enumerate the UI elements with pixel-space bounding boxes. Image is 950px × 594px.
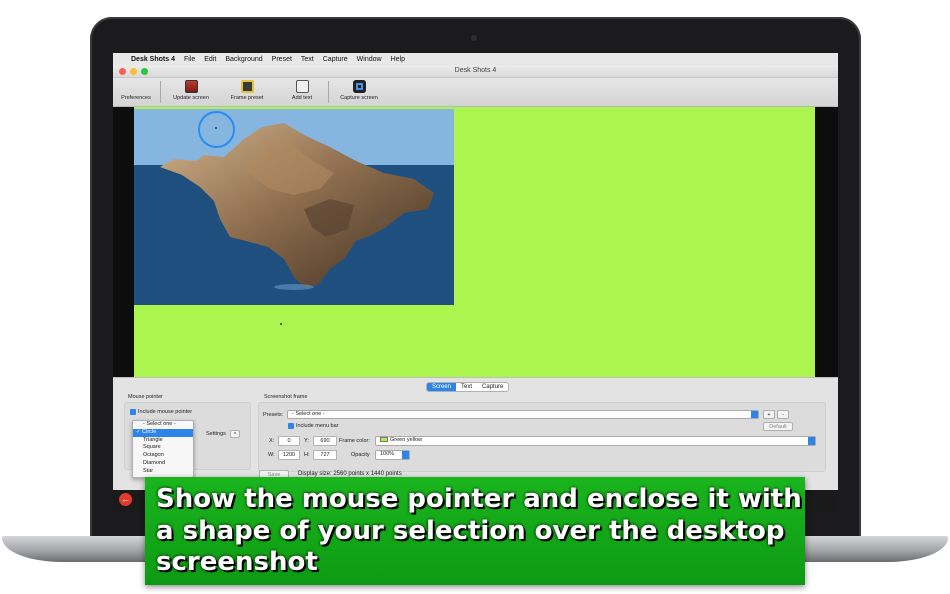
menu-item-triangle[interactable]: Triangle — [133, 437, 193, 445]
presets-select-value: - Select one - — [292, 411, 325, 417]
caption-banner: Show the mouse pointer and enclose it wi… — [145, 477, 805, 585]
canvas-edge — [815, 107, 838, 377]
toolbar-separator — [328, 81, 329, 103]
preferences-icon — [130, 80, 143, 93]
zoom-window-button[interactable] — [141, 68, 148, 75]
app-screen: Desk Shots 4 File Edit Background Preset… — [113, 53, 838, 513]
menu-window[interactable]: Window — [357, 56, 382, 63]
menu-text[interactable]: Text — [301, 56, 314, 63]
preview-canvas — [113, 107, 838, 377]
caption-text: Show the mouse pointer and enclose it wi… — [156, 484, 802, 577]
mouse-pointer-icon — [215, 127, 217, 129]
circle-pointer-highlight — [198, 111, 235, 148]
h-field[interactable]: 727 — [313, 450, 337, 460]
menu-item-circle-label: Circle — [142, 428, 157, 435]
w-label: W: — [268, 452, 275, 458]
frame-color-select[interactable]: Green yellow — [375, 436, 816, 446]
add-preset-button[interactable]: + — [763, 410, 775, 419]
update-screen-label: Update screen — [173, 95, 209, 101]
capture-screen-button[interactable]: Capture screen — [337, 78, 381, 107]
include-menu-bar-label: Include menu bar — [296, 423, 339, 429]
default-button[interactable]: Default — [763, 422, 793, 431]
add-text-icon — [295, 80, 309, 93]
y-field[interactable]: 690 — [313, 436, 337, 446]
chevron-down-icon — [808, 437, 815, 445]
menu-help[interactable]: Help — [391, 56, 405, 63]
chevron-down-icon — [751, 411, 758, 418]
menu-bar: Desk Shots 4 File Edit Background Preset… — [113, 53, 838, 65]
menu-item-octagon[interactable]: Octagon — [133, 452, 193, 460]
mouse-pointer-title: Mouse pointer — [128, 394, 163, 400]
island-illustration — [134, 109, 454, 305]
menu-file[interactable]: File — [184, 56, 195, 63]
x-field[interactable]: 0 — [278, 436, 300, 446]
w-field[interactable]: 1200 — [278, 450, 300, 460]
h-label: H: — [304, 452, 310, 458]
menu-background[interactable]: Background — [225, 56, 262, 63]
close-window-button[interactable] — [119, 68, 126, 75]
y-label: Y: — [304, 438, 309, 444]
presets-select[interactable]: - Select one - — [287, 410, 759, 419]
remove-preset-button[interactable]: - — [777, 410, 789, 419]
menu-capture[interactable]: Capture — [323, 56, 348, 63]
menu-item-select-one[interactable]: - Select one - — [133, 421, 193, 429]
x-label: X: — [269, 438, 275, 444]
tab-screen[interactable]: Screen — [427, 383, 457, 391]
frame-preset-button[interactable]: Frame preset — [227, 78, 267, 107]
menu-item-diamond[interactable]: Diamond — [133, 460, 193, 468]
camera-icon — [352, 80, 366, 93]
pointer-shape-menu: - Select one - ✓ Circle Triangle Square … — [132, 420, 194, 478]
toolbar-separator — [160, 81, 161, 103]
marketing-image: Desk Shots 4 File Edit Background Preset… — [0, 0, 950, 594]
frame-preset-label: Frame preset — [230, 95, 264, 101]
mouse-pointer-icon — [280, 323, 282, 325]
settings-stepper[interactable]: ^ — [230, 430, 240, 438]
include-mouse-pointer-checkbox[interactable] — [130, 409, 136, 415]
chevron-down-icon — [402, 451, 409, 459]
presets-label: Presets: — [263, 412, 284, 418]
window-title: Desk Shots 4 — [454, 67, 497, 74]
update-screen-icon — [184, 80, 198, 93]
tab-text[interactable]: Text — [456, 383, 477, 391]
tab-capture[interactable]: Capture — [477, 383, 508, 391]
menu-item-star[interactable]: Star — [133, 468, 193, 476]
preferences-button[interactable]: Preferences — [118, 78, 154, 107]
menu-preset[interactable]: Preset — [272, 56, 292, 63]
include-mouse-pointer-label: Include mouse pointer — [138, 409, 193, 415]
window-title-bar: Desk Shots 4 — [113, 65, 838, 78]
frame-color-value: Green yellow — [390, 437, 423, 443]
minimize-window-button[interactable] — [130, 68, 137, 75]
menu-item-circle[interactable]: ✓ Circle — [133, 428, 193, 437]
settings-label: Settings — [206, 431, 226, 437]
opacity-select[interactable]: 100% — [375, 450, 410, 460]
menu-edit[interactable]: Edit — [204, 56, 216, 63]
capture-screen-label: Capture screen — [340, 95, 378, 101]
toolbar: Preferences Update screen Frame preset A… — [113, 78, 838, 107]
add-text-button[interactable]: Add text — [286, 78, 318, 107]
preferences-label: Preferences — [121, 95, 151, 101]
frame-preset-icon — [240, 80, 254, 93]
color-swatch — [380, 437, 388, 443]
desktop-screenshot-image — [134, 109, 454, 305]
laptop-camera — [471, 35, 477, 41]
screenshot-frame-title: Screenshot frame — [264, 394, 308, 400]
include-menu-bar-checkbox[interactable] — [288, 423, 294, 429]
opacity-label: Opacity — [351, 452, 370, 458]
frame-color-label: Frame color: — [339, 438, 370, 444]
menu-item-square[interactable]: Square — [133, 444, 193, 452]
menu-app-name[interactable]: Desk Shots 4 — [131, 56, 175, 63]
add-text-label: Add text — [291, 95, 313, 101]
opacity-value: 100% — [380, 451, 395, 457]
tab-bar: Screen Text Capture — [426, 382, 510, 392]
update-screen-button[interactable]: Update screen — [170, 78, 212, 107]
back-arrow-icon[interactable]: ← — [119, 493, 132, 506]
